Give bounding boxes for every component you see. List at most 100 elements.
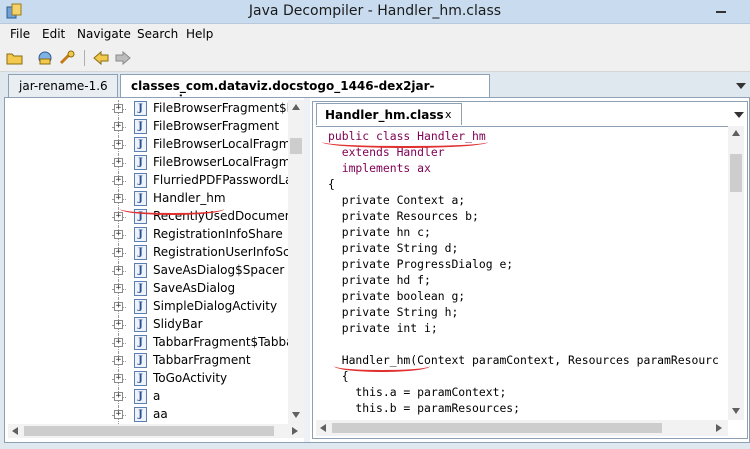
- expand-icon[interactable]: +: [114, 392, 123, 401]
- tab-handler-hm-class[interactable]: Handler_hm.class x: [316, 103, 462, 125]
- tree-item[interactable]: + J ToGoActivity: [8, 370, 298, 388]
- chevron-down-icon[interactable]: [736, 82, 746, 90]
- chevron-down-icon[interactable]: [734, 111, 744, 119]
- tree-item-label: RegistrationInfoShare: [153, 227, 283, 241]
- code-line: this.b = paramResources;: [328, 401, 521, 415]
- java-class-icon: J: [134, 101, 147, 116]
- editor-vertical-scrollbar[interactable]: [728, 126, 744, 420]
- tree-item-label: TabbarFragment$TabbarTa: [153, 335, 304, 349]
- expand-icon[interactable]: +: [114, 194, 123, 203]
- window-title: Java Decompiler - Handler_hm.class: [248, 3, 502, 19]
- expand-icon[interactable]: +: [114, 320, 123, 329]
- scroll-up-arrow-icon[interactable]: [732, 130, 740, 136]
- expand-icon[interactable]: +: [114, 338, 123, 347]
- title-bar: Java Decompiler - Handler_hm.class: [0, 0, 750, 24]
- tree-item-label: SimpleDialogActivity: [153, 299, 278, 313]
- tree-item[interactable]: + J SimpleDialogActivity: [8, 298, 298, 316]
- pane-splitter[interactable]: [304, 98, 310, 442]
- code-line: private String d;: [328, 241, 459, 255]
- tree-item-label: aa: [153, 407, 168, 421]
- tree-item[interactable]: + J FileBrowserLocalFragment$: [8, 136, 304, 154]
- code-line: private boolean g;: [328, 289, 466, 303]
- tree-item-label: FileBrowserLocalFragment: [153, 155, 304, 169]
- tree-horizontal-scrollbar[interactable]: [8, 424, 304, 438]
- scrollbar-thumb[interactable]: [332, 423, 662, 433]
- menu-file[interactable]: File: [10, 27, 30, 41]
- menu-navigate[interactable]: Navigate: [77, 27, 131, 41]
- tree-item-label: TabbarFragment: [153, 353, 251, 367]
- expand-icon[interactable]: +: [114, 266, 123, 275]
- expand-icon[interactable]: +: [114, 176, 123, 185]
- tree-item[interactable]: + J FileBrowserFragment: [8, 118, 298, 136]
- java-class-icon: J: [134, 263, 147, 278]
- tree-item[interactable]: + J FileBrowserLocalFragment: [8, 154, 304, 172]
- code-line: implements ax: [328, 161, 431, 175]
- tree-item[interactable]: + J SaveAsDialog: [8, 280, 298, 298]
- scroll-right-arrow-icon[interactable]: [292, 427, 298, 435]
- menu-edit[interactable]: Edit: [42, 27, 65, 41]
- expand-icon[interactable]: +: [114, 212, 123, 221]
- tree-item-label: SlidyBar: [153, 317, 203, 331]
- tree-item-label: FlurriedPDFPasswordLayou: [153, 173, 304, 187]
- java-class-icon: J: [134, 155, 147, 170]
- tree-item-label: FileBrowserFragment: [153, 119, 280, 133]
- tree-item[interactable]: + J a: [8, 388, 298, 406]
- editor-horizontal-scrollbar[interactable]: [316, 420, 728, 436]
- java-class-icon: J: [134, 299, 147, 314]
- scrollbar-thumb[interactable]: [290, 138, 302, 154]
- open-type-hierarchy-icon[interactable]: [58, 50, 76, 66]
- expand-icon[interactable]: +: [114, 302, 123, 311]
- expand-icon[interactable]: +: [114, 122, 123, 131]
- minimize-button[interactable]: [706, 0, 736, 19]
- java-class-icon: J: [134, 317, 147, 332]
- expand-icon[interactable]: +: [114, 158, 123, 167]
- expand-icon[interactable]: +: [114, 284, 123, 293]
- tab-classes-jar[interactable]: classes_com.dataviz.docstogo_1446-dex2ja…: [120, 74, 490, 107]
- tree-item[interactable]: + J TabbarFragment: [8, 352, 298, 370]
- forward-arrow-icon[interactable]: [114, 50, 132, 66]
- code-line: private String h;: [328, 305, 459, 319]
- scroll-left-arrow-icon[interactable]: [12, 427, 18, 435]
- java-class-icon: J: [134, 245, 147, 260]
- expand-icon[interactable]: +: [114, 140, 123, 149]
- scrollbar-thumb[interactable]: [24, 426, 274, 436]
- expand-icon[interactable]: +: [114, 248, 123, 257]
- tree-item[interactable]: + J aa: [8, 406, 298, 424]
- expand-icon[interactable]: +: [114, 230, 123, 239]
- code-editor[interactable]: public class Handler_hm extends Handler …: [316, 126, 728, 420]
- scroll-right-arrow-icon[interactable]: [716, 424, 722, 432]
- tree-item[interactable]: + J FileBrowserFragment$FileB: [8, 100, 304, 118]
- tab-jar-rename[interactable]: jar-rename-1.6: [8, 74, 118, 98]
- java-class-icon: J: [134, 137, 147, 152]
- scroll-up-arrow-icon[interactable]: [292, 104, 300, 110]
- back-arrow-icon[interactable]: [92, 50, 110, 66]
- red-annotation-underline: [120, 203, 224, 215]
- close-icon[interactable]: x: [445, 108, 452, 121]
- expand-icon[interactable]: +: [114, 104, 123, 113]
- tree-item[interactable]: + J RegistrationUserInfoScreen: [8, 244, 304, 262]
- scroll-down-arrow-icon[interactable]: [292, 412, 300, 418]
- expand-icon[interactable]: +: [114, 410, 123, 419]
- menu-bar: File Edit Navigate Search Help: [0, 24, 750, 44]
- java-class-icon: J: [134, 407, 147, 422]
- scroll-left-arrow-icon[interactable]: [320, 424, 326, 432]
- scroll-down-arrow-icon[interactable]: [732, 408, 740, 414]
- tree-vertical-scrollbar[interactable]: [288, 100, 304, 424]
- tree-item[interactable]: + J SlidyBar: [8, 316, 298, 334]
- java-class-icon: J: [134, 389, 147, 404]
- tree-item[interactable]: + J SaveAsDialog$Spacer: [8, 262, 298, 280]
- java-class-icon: J: [134, 335, 147, 350]
- tree-item-label: a: [153, 389, 161, 403]
- expand-icon[interactable]: +: [114, 356, 123, 365]
- expand-icon[interactable]: +: [114, 374, 123, 383]
- menu-help[interactable]: Help: [186, 27, 213, 41]
- open-type-icon[interactable]: [36, 50, 54, 66]
- toolbar: [0, 44, 750, 72]
- tree-item[interactable]: + J FlurriedPDFPasswordLayou: [8, 172, 304, 190]
- class-tree[interactable]: + J FileBrowserFragment$FileB + J FileBr…: [8, 100, 304, 436]
- tree-item[interactable]: + J RegistrationInfoShare: [8, 226, 298, 244]
- tree-item[interactable]: + J TabbarFragment$TabbarTa: [8, 334, 304, 352]
- scrollbar-thumb[interactable]: [730, 154, 742, 192]
- menu-search[interactable]: Search: [137, 27, 178, 41]
- open-file-icon[interactable]: [6, 50, 24, 66]
